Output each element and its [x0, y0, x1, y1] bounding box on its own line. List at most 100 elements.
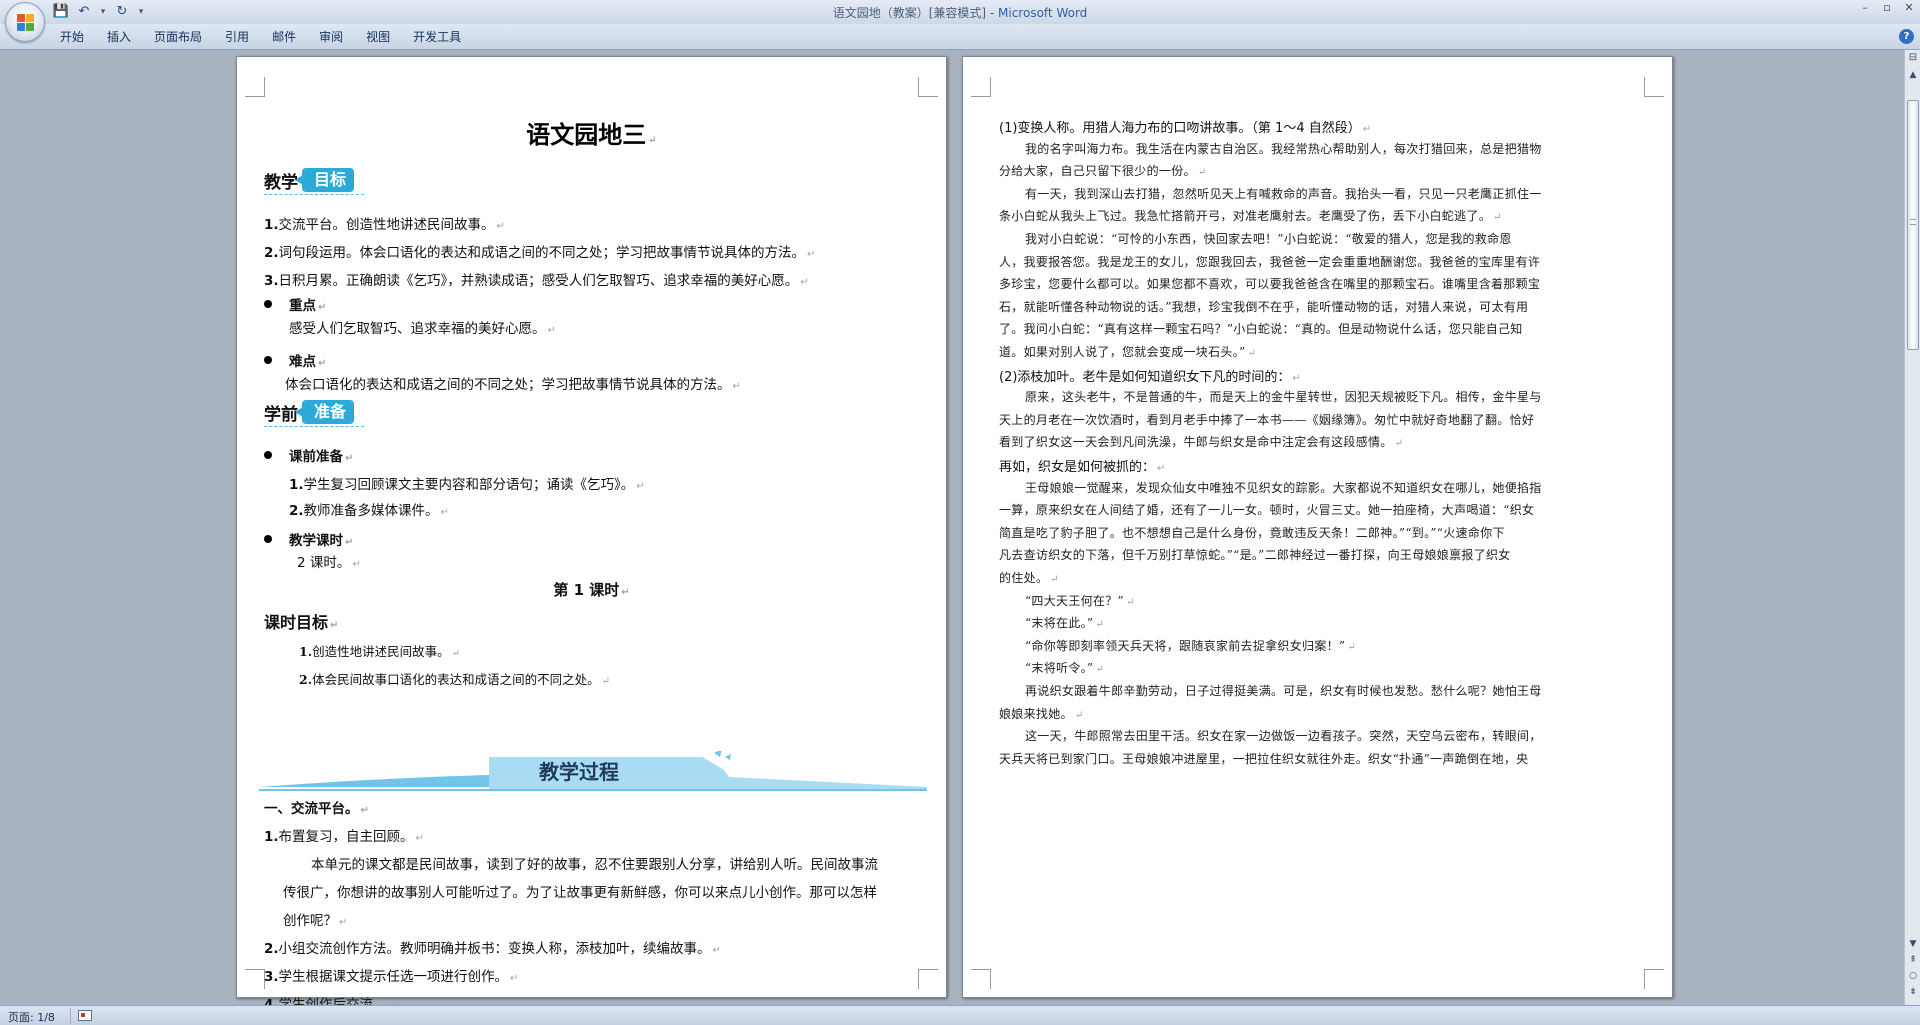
hours-text: 2 课时。 ↵	[297, 555, 361, 571]
paragraph-line: “末将在此。” ↵	[1025, 616, 1105, 631]
next-page-icon[interactable]: ⇟	[1907, 986, 1919, 999]
paragraph-line: 娘娘来找她。 ↵	[999, 706, 1084, 721]
prep-heading-text: 学前	[264, 404, 298, 425]
ribbon-tab-bar: 开始 插入 页面布局 引用 邮件 审阅 视图 开发工具 ?	[0, 24, 1920, 50]
spelling-check-icon[interactable]	[78, 1010, 92, 1021]
step-paragraph: 本单元的课文都是民间故事，读到了好的故事，忍不住要跟别人分享，讲给别人听。民间故…	[311, 857, 878, 873]
app-name: Microsoft Word	[998, 6, 1088, 20]
key-point-text: 感受人们乞取智巧、追求幸福的美好心愿。 ↵	[289, 321, 556, 337]
vertical-scrollbar[interactable]: ⊟ ▲ ▼ ⇞ ○ ⇟	[1904, 50, 1920, 1005]
title-bar: 💾 ↶ ▾ ↻ ▾ 语文园地（教案）[兼容模式] - Microsoft Wor…	[0, 0, 1920, 24]
crop-mark	[1644, 969, 1664, 989]
tab-page-layout[interactable]: 页面布局	[144, 29, 215, 45]
tab-insert[interactable]: 插入	[97, 29, 144, 45]
goal-heading-text: 教学	[264, 172, 298, 193]
goal-item: 2.词句段运用。体会口语化的表达和成语之间的不同之处；学习把故事情节说具体的方法…	[264, 245, 816, 261]
office-logo-icon	[17, 14, 35, 32]
crop-mark	[1644, 77, 1664, 97]
paragraph-line: 道。如果对别人说了，您就会变成一块石头。” ↵	[999, 345, 1257, 359]
goal-item: 3.日积月累。正确朗读《乞巧》，并熟读成语；感受人们乞取智巧、追求幸福的美好心愿…	[264, 273, 809, 289]
status-bar: 页面: 1/8	[0, 1005, 1920, 1025]
page-2[interactable]: (1)变换人称。用猎人海力布的口吻讲故事。（第 1～4 自然段） ↵ 我的名字叫海力…	[962, 56, 1673, 998]
subheading-line: (2)添枝加叶。老牛是如何知道织女下凡的时间的： ↵	[999, 369, 1301, 385]
paragraph-line: 原来，这头老牛，不是普通的牛，而是天上的金牛星转世，因犯天规被贬下凡。相传，金牛…	[1025, 390, 1542, 405]
scroll-thumb[interactable]	[1907, 100, 1919, 350]
paragraph-line: “命你等即刻率领天兵天将，跟随哀家前去捉拿织女归案！” ↵	[1025, 638, 1357, 653]
difficult-point-text: 体会口语化的表达和成语之间的不同之处；学习把故事情节说具体的方法。 ↵	[285, 377, 741, 393]
page-1[interactable]: 语文园地三 ↵ 教学 目标 1.交流平台。创造性地讲述民间故事。 ↵ 2.词句段运用…	[236, 56, 947, 1005]
scroll-up-icon[interactable]: ▲	[1907, 70, 1919, 84]
tab-references[interactable]: 引用	[215, 29, 262, 45]
paragraph-line: 天上的月老在一次饮酒时，看到月老手中捧了一本书——《姻缘簿》。匆忙中就好奇地翻了…	[999, 412, 1535, 427]
paragraph-line: 我对小白蛇说：“可怜的小东西，快回家去吧！”小白蛇说：“敬爱的猎人，您是我的救命…	[1025, 232, 1512, 246]
step-item: 3.学生根据课文提示任选一项进行创作。 ↵	[264, 969, 519, 985]
previous-page-icon[interactable]: ⇞	[1907, 954, 1919, 967]
crop-mark	[971, 77, 991, 97]
lesson-heading: 第 1 课时 ↵	[553, 581, 630, 599]
paragraph-line: 简直是吃了豹子胆了。也不想想自己是什么身份，竟敢违反天条！二郎神。”“到。”“火…	[999, 525, 1505, 540]
subheading-line: 再如，织女是如何被抓的： ↵	[999, 460, 1166, 475]
paragraph-line: “四大天王何在？” ↵	[1025, 593, 1135, 608]
paragraph-line: 我的名字叫海力布。我生活在内蒙古自治区。我经常热心帮助别人，每次打猎回来，总是把…	[1025, 141, 1542, 156]
paragraph-line: 多珍宝，您要什么都可以。如果您都不喜欢，可以要我爸爸含在嘴里的那颗宝石。谁嘴里含…	[999, 277, 1541, 292]
restore-icon[interactable]: ▫	[1880, 0, 1894, 16]
paragraph-line: 这一天，牛郎照常去田里干活。织女在家一边做饭一边看孩子。突然，天空乌云密布，转眼…	[1025, 729, 1542, 744]
paragraph-line: 王母娘娘一觉醒来，发现众仙女中唯独不见织女的踪影。大家都说不知道织女在哪儿，她便…	[1025, 480, 1542, 495]
page-indicator[interactable]: 页面: 1/8	[8, 1009, 55, 1025]
paragraph-line: 人，我要报答您。我是龙王的女儿，您跟我回去，我爸爸一定会重重地酬谢您。我爸爸的宝…	[999, 254, 1541, 269]
section-heading: 一、交流平台。 ↵	[264, 801, 369, 817]
paragraph-line: 的住处。 ↵	[999, 571, 1059, 585]
paragraph-line: 分给大家，自己只留下很少的一份。 ↵	[999, 164, 1207, 179]
hours-label: 教学课时 ↵	[289, 533, 354, 549]
process-banner-text: 教学过程	[539, 760, 619, 784]
tab-developer[interactable]: 开发工具	[403, 29, 474, 45]
step-item: 4.学生创作后交流。↵	[264, 997, 397, 1005]
office-button[interactable]	[5, 2, 45, 42]
window-controls: – ▫ ✕	[1858, 0, 1916, 16]
minimize-icon[interactable]: –	[1858, 0, 1872, 16]
prep-label: 课前准备 ↵	[289, 449, 354, 465]
document-area[interactable]: 语文园地三 ↵ 教学 目标 1.交流平台。创造性地讲述民间故事。 ↵ 2.词句段运用…	[0, 50, 1904, 1005]
crop-mark	[245, 77, 265, 97]
step-item: 2.小组交流创作方法。教师明确并板书：变换人称，添枝加叶，续编故事。 ↵	[264, 941, 721, 957]
scroll-down-icon[interactable]: ▼	[1907, 938, 1919, 951]
paragraph-line: 石，就能听懂各种动物说的话。”我想，珍宝我倒不在乎，能听懂动物的话，对猎人来说，…	[999, 299, 1529, 314]
prep-item: 1.学生复习回顾课文主要内容和部分语句；诵读《乞巧》。 ↵	[289, 477, 645, 493]
lesson-goal-heading: 课时目标 ↵	[264, 613, 339, 632]
step-item: 1.布置复习，自主回顾。 ↵	[264, 829, 424, 845]
goal-item: 1.交流平台。创造性地讲述民间故事。 ↵	[264, 217, 505, 233]
bullet-icon	[264, 535, 272, 543]
tab-home[interactable]: 开始	[50, 29, 97, 45]
paragraph-line: 条小白蛇从我头上飞过。我急忙搭箭开弓，对准老鹰射去。老鹰受了伤，丢下小白蛇逃了。…	[999, 209, 1502, 224]
select-browse-object-icon[interactable]: ○	[1907, 970, 1919, 983]
prep-item: 2.教师准备多媒体课件。 ↵	[289, 503, 449, 519]
crop-mark	[918, 969, 938, 989]
paragraph-line: “末将听令。” ↵	[1025, 661, 1105, 676]
crop-mark	[918, 77, 938, 97]
bullet-icon	[264, 300, 272, 308]
paragraph-line: 看到了织女这一天会到凡间洗澡，牛郎与织女是命中注定会有这段感情。 ↵	[999, 435, 1404, 450]
process-banner: 教学过程	[259, 751, 927, 791]
lesson-goal-item: 1.创造性地讲述民间故事。 ↵	[299, 644, 460, 659]
goal-heading-badge: 目标	[294, 168, 355, 192]
crop-mark	[245, 969, 265, 989]
page-title: 语文园地三 ↵	[526, 120, 657, 149]
tab-view[interactable]: 视图	[356, 29, 403, 45]
tab-mailings[interactable]: 邮件	[262, 29, 309, 45]
difficult-point-label: 难点 ↵	[289, 354, 327, 370]
crop-mark	[971, 969, 991, 989]
paragraph-line: 再说织女跟着牛郎辛勤劳动，日子过得挺美满。可是，织女有时候也发愁。愁什么呢？她怕…	[1025, 684, 1542, 698]
paragraph-line: 有一天，我到深山去打猎，忽然听见天上有喊救命的声音。我抬头一看，只见一只老鹰正抓…	[1025, 186, 1542, 201]
window-title: 语文园地（教案）[兼容模式] - Microsoft Word	[0, 4, 1920, 21]
lesson-goal-item: 2.体会民间故事口语化的表达和成语之间的不同之处。 ↵	[299, 672, 610, 687]
paragraph-line: 天兵天将已到家门口。王母娘娘冲进屋里，一把拉住织女就往外走。织女“扑通”一声跪倒…	[999, 751, 1529, 766]
help-icon[interactable]: ?	[1899, 29, 1914, 44]
paragraph-line: 凡去查访织女的下落，但千万别打草惊蛇。”“是。”二郎神经过一番打探，向王母娘娘禀…	[999, 548, 1511, 563]
prep-heading-badge: 准备	[294, 400, 355, 424]
bullet-icon	[264, 451, 272, 459]
tab-review[interactable]: 审阅	[309, 29, 356, 45]
close-icon[interactable]: ✕	[1902, 0, 1916, 16]
bullet-icon	[264, 356, 272, 364]
subheading-line: (1)变换人称。用猎人海力布的口吻讲故事。（第 1～4 自然段） ↵	[999, 121, 1372, 136]
ruler-toggle-icon[interactable]: ⊟	[1907, 52, 1919, 64]
